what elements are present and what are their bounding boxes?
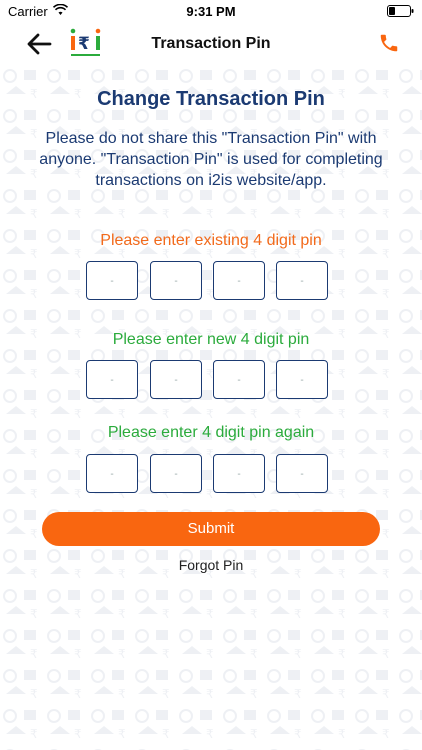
new-pin-label: Please enter new 4 digit pin — [112, 331, 310, 348]
existing-pin-digit-2[interactable]: - — [150, 261, 202, 300]
security-notice: Please do not share this "Transaction Pi… — [39, 130, 383, 189]
new-pin-digit-4[interactable]: - — [276, 360, 328, 399]
page-title: Change Transaction Pin — [97, 88, 325, 110]
confirm-pin-digit-4[interactable]: - — [276, 454, 328, 493]
confirm-pin-digit-3[interactable]: - — [213, 454, 265, 493]
status-bar: Carrier 9:31 PM — [0, 0, 422, 22]
existing-pin-label: Please enter existing 4 digit pin — [100, 232, 322, 249]
confirm-pin-label: Please enter 4 digit pin again — [107, 424, 315, 441]
battery-icon — [387, 5, 414, 17]
navigation-bar: ₹ Transaction Pin — [0, 22, 422, 66]
existing-pin-digit-1[interactable]: - — [86, 261, 138, 300]
confirm-pin-digit-1[interactable]: - — [86, 454, 138, 493]
confirm-pin-row: - - - - — [86, 454, 330, 495]
forgot-pin-link[interactable]: Forgot Pin — [0, 557, 422, 573]
new-pin-digit-3[interactable]: - — [213, 360, 265, 399]
clock: 9:31 PM — [186, 4, 236, 19]
submit-button[interactable]: Submit — [42, 512, 380, 546]
existing-pin-digit-4[interactable]: - — [276, 261, 328, 300]
phone-icon[interactable] — [378, 32, 400, 54]
existing-pin-row: - - - - — [86, 261, 330, 302]
new-pin-digit-2[interactable]: - — [150, 360, 202, 399]
new-pin-row: - - - - — [86, 360, 330, 401]
existing-pin-digit-3[interactable]: - — [213, 261, 265, 300]
nav-title: Transaction Pin — [151, 35, 271, 52]
new-pin-digit-1[interactable]: - — [86, 360, 138, 399]
confirm-pin-digit-2[interactable]: - — [150, 454, 202, 493]
